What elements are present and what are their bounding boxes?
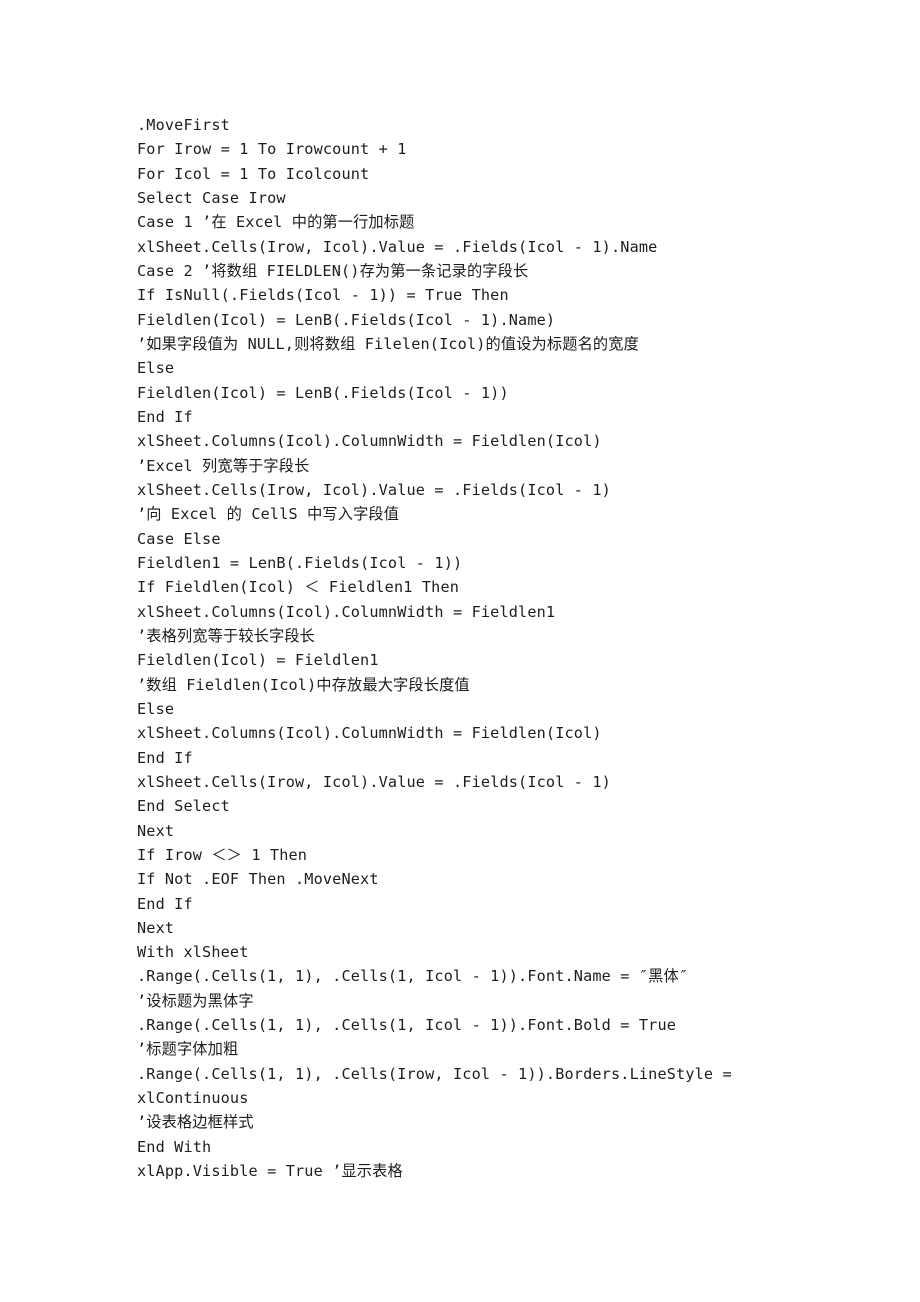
code-line: Case Else	[137, 529, 221, 548]
code-line: .Range(.Cells(1, 1), .Cells(1, Icol - 1)…	[137, 1016, 677, 1035]
code-line: End If	[137, 894, 193, 913]
code-line: End With	[137, 1137, 212, 1156]
code-line: Else	[137, 359, 175, 378]
code-line: .Range(.Cells(1, 1), .Cells(1, Icol - 1)…	[137, 967, 689, 986]
code-line: ’如果字段值为 NULL,则将数组 Filelen(Icol)的值设为标题名的宽…	[137, 334, 639, 353]
code-line: xlApp.Visible = True ’显示表格	[137, 1162, 403, 1181]
code-line: Case 1 ’在 Excel 中的第一行加标题	[137, 213, 415, 232]
code-line: xlContinuous	[137, 1089, 249, 1108]
code-line: If IsNull(.Fields(Icol - 1)) = True Then	[137, 286, 509, 305]
code-line: Fieldlen(Icol) = LenB(.Fields(Icol - 1).…	[137, 310, 556, 329]
code-line: xlSheet.Columns(Icol).ColumnWidth = Fiel…	[137, 432, 602, 451]
code-line: If Fieldlen(Icol) ＜ Fieldlen1 Then	[137, 578, 460, 597]
code-line: ’设标题为黑体字	[137, 991, 254, 1010]
code-line: xlSheet.Cells(Irow, Icol).Value = .Field…	[137, 480, 611, 499]
code-line: xlSheet.Columns(Icol).ColumnWidth = Fiel…	[137, 602, 556, 621]
code-line: Fieldlen1 = LenB(.Fields(Icol - 1))	[137, 553, 463, 572]
code-line: .MoveFirst	[137, 116, 230, 134]
code-line: .Range(.Cells(1, 1), .Cells(Irow, Icol -…	[137, 1064, 732, 1083]
code-line: Fieldlen(Icol) = Fieldlen1	[137, 651, 379, 670]
code-line: ’数组 Fieldlen(Icol)中存放最大字段长度值	[137, 675, 470, 694]
code-line: For Icol = 1 To Icolcount	[137, 164, 370, 183]
document-page: .MoveFirst For Irow = 1 To Irowcount + 1…	[0, 0, 920, 1302]
code-line: End If	[137, 748, 193, 767]
code-line: xlSheet.Cells(Irow, Icol).Value = .Field…	[137, 237, 658, 256]
code-line: Next	[137, 918, 175, 937]
code-line: xlSheet.Cells(Irow, Icol).Value = .Field…	[137, 772, 611, 791]
code-line: ’标题字体加粗	[137, 1040, 239, 1059]
code-listing: .MoveFirst For Irow = 1 To Irowcount + 1…	[137, 113, 737, 1183]
code-line: Select Case Irow	[137, 188, 286, 207]
code-line: If Irow ＜＞ 1 Then	[137, 845, 308, 864]
code-line: Fieldlen(Icol) = LenB(.Fields(Icol - 1))	[137, 383, 509, 402]
code-line: Next	[137, 821, 175, 840]
code-line: Else	[137, 699, 175, 718]
code-line: ’Excel 列宽等于字段长	[137, 456, 310, 475]
code-line: If Not .EOF Then .MoveNext	[137, 870, 379, 889]
code-line: For Irow = 1 To Irowcount + 1	[137, 140, 407, 159]
code-line: ’表格列宽等于较长字段长	[137, 626, 316, 645]
code-line: With xlSheet	[137, 943, 249, 962]
code-line: xlSheet.Columns(Icol).ColumnWidth = Fiel…	[137, 724, 602, 743]
code-line: ’向 Excel 的 CellS 中写入字段值	[137, 505, 400, 524]
code-line: Case 2 ’将数组 FIELDLEN()存为第一条记录的字段长	[137, 261, 529, 280]
code-line: End Select	[137, 797, 230, 816]
code-line: ’设表格边框样式	[137, 1113, 254, 1132]
code-line: End If	[137, 407, 193, 426]
